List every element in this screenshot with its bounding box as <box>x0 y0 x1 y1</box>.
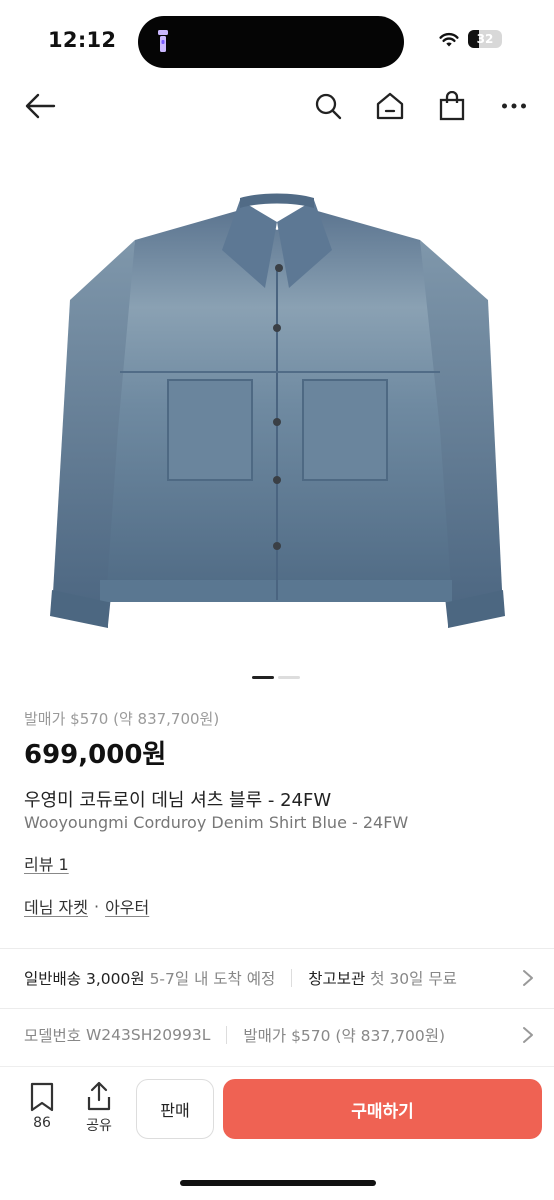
category-link-denim-jacket[interactable]: 데님 자켓 <box>24 894 88 918</box>
shopping-bag-icon <box>439 91 465 121</box>
more-button[interactable] <box>494 86 534 126</box>
bottom-bar-divider <box>0 1066 554 1067</box>
search-icon <box>315 93 342 120</box>
more-horizontal-icon <box>502 103 526 109</box>
shopping-bag-button[interactable] <box>432 86 472 126</box>
arrow-left-icon <box>25 93 56 119</box>
gallery-dot[interactable] <box>278 676 300 679</box>
dynamic-island <box>138 16 404 68</box>
sell-button[interactable]: 판매 <box>136 1079 214 1139</box>
wifi-icon <box>439 32 459 46</box>
shipping-label: 일반배송 <box>24 970 82 988</box>
row-separator <box>291 969 293 987</box>
divider <box>0 1008 554 1009</box>
model-label: 모델번호 <box>24 1027 82 1045</box>
battery-level-text: 32 <box>476 32 494 46</box>
shipping-eta: 5-7일 내 도착 예정 <box>149 970 276 988</box>
row-separator <box>226 1026 228 1044</box>
release-price: 발매가 $570 (약 837,700원) <box>24 710 220 728</box>
back-button[interactable] <box>20 86 60 126</box>
gallery-indicator <box>252 676 300 679</box>
status-time: 12:12 <box>48 28 117 52</box>
share-label: 공유 <box>86 1118 112 1134</box>
share-button[interactable]: 공유 <box>78 1080 120 1135</box>
gallery-dot-active[interactable] <box>252 676 274 679</box>
bookmark-button[interactable]: 86 <box>22 1082 62 1131</box>
storage-note: 첫 30일 무료 <box>370 970 457 988</box>
model-release-label: 발매가 <box>243 1027 287 1045</box>
shipping-fee: 3,000원 <box>85 970 145 988</box>
current-price: 699,000원 <box>24 740 167 770</box>
battery-icon: 32 <box>468 30 502 48</box>
divider <box>0 948 554 949</box>
model-number: W243SH20993L <box>85 1026 211 1044</box>
home-indicator <box>180 1180 376 1186</box>
bookmark-icon <box>30 1082 54 1112</box>
home-icon <box>376 92 404 120</box>
status-icons: 32 <box>438 30 502 48</box>
home-button[interactable] <box>370 86 410 126</box>
storage-label: 창고보관 <box>308 970 366 988</box>
chevron-right-icon <box>523 1027 533 1043</box>
search-button[interactable] <box>308 86 348 126</box>
category-link-outer[interactable]: 아우터 <box>105 894 149 918</box>
category-separator: · <box>93 896 100 916</box>
product-name-en: Wooyoungmi Corduroy Denim Shirt Blue - 2… <box>24 813 409 832</box>
shipping-info-row[interactable]: 일반배송 3,000원 5-7일 내 도착 예정 창고보관 첫 30일 무료 <box>24 966 534 990</box>
chevron-right-icon <box>523 970 533 986</box>
product-image[interactable] <box>0 150 554 660</box>
model-release-value: $570 (약 837,700원) <box>291 1027 446 1045</box>
buy-button[interactable]: 구매하기 <box>223 1079 542 1139</box>
model-info-row[interactable]: 모델번호 W243SH20993L 발매가 $570 (약 837,700원) <box>24 1023 534 1047</box>
review-link[interactable]: 리뷰 1 <box>24 851 69 875</box>
bookmark-count: 86 <box>33 1115 51 1131</box>
share-icon <box>87 1081 111 1111</box>
category-breadcrumb: 데님 자켓 · 아우터 <box>24 894 149 918</box>
flashlight-icon <box>158 30 168 52</box>
product-name-ko: 우영미 코듀로이 데님 셔츠 블루 - 24FW <box>24 790 332 811</box>
